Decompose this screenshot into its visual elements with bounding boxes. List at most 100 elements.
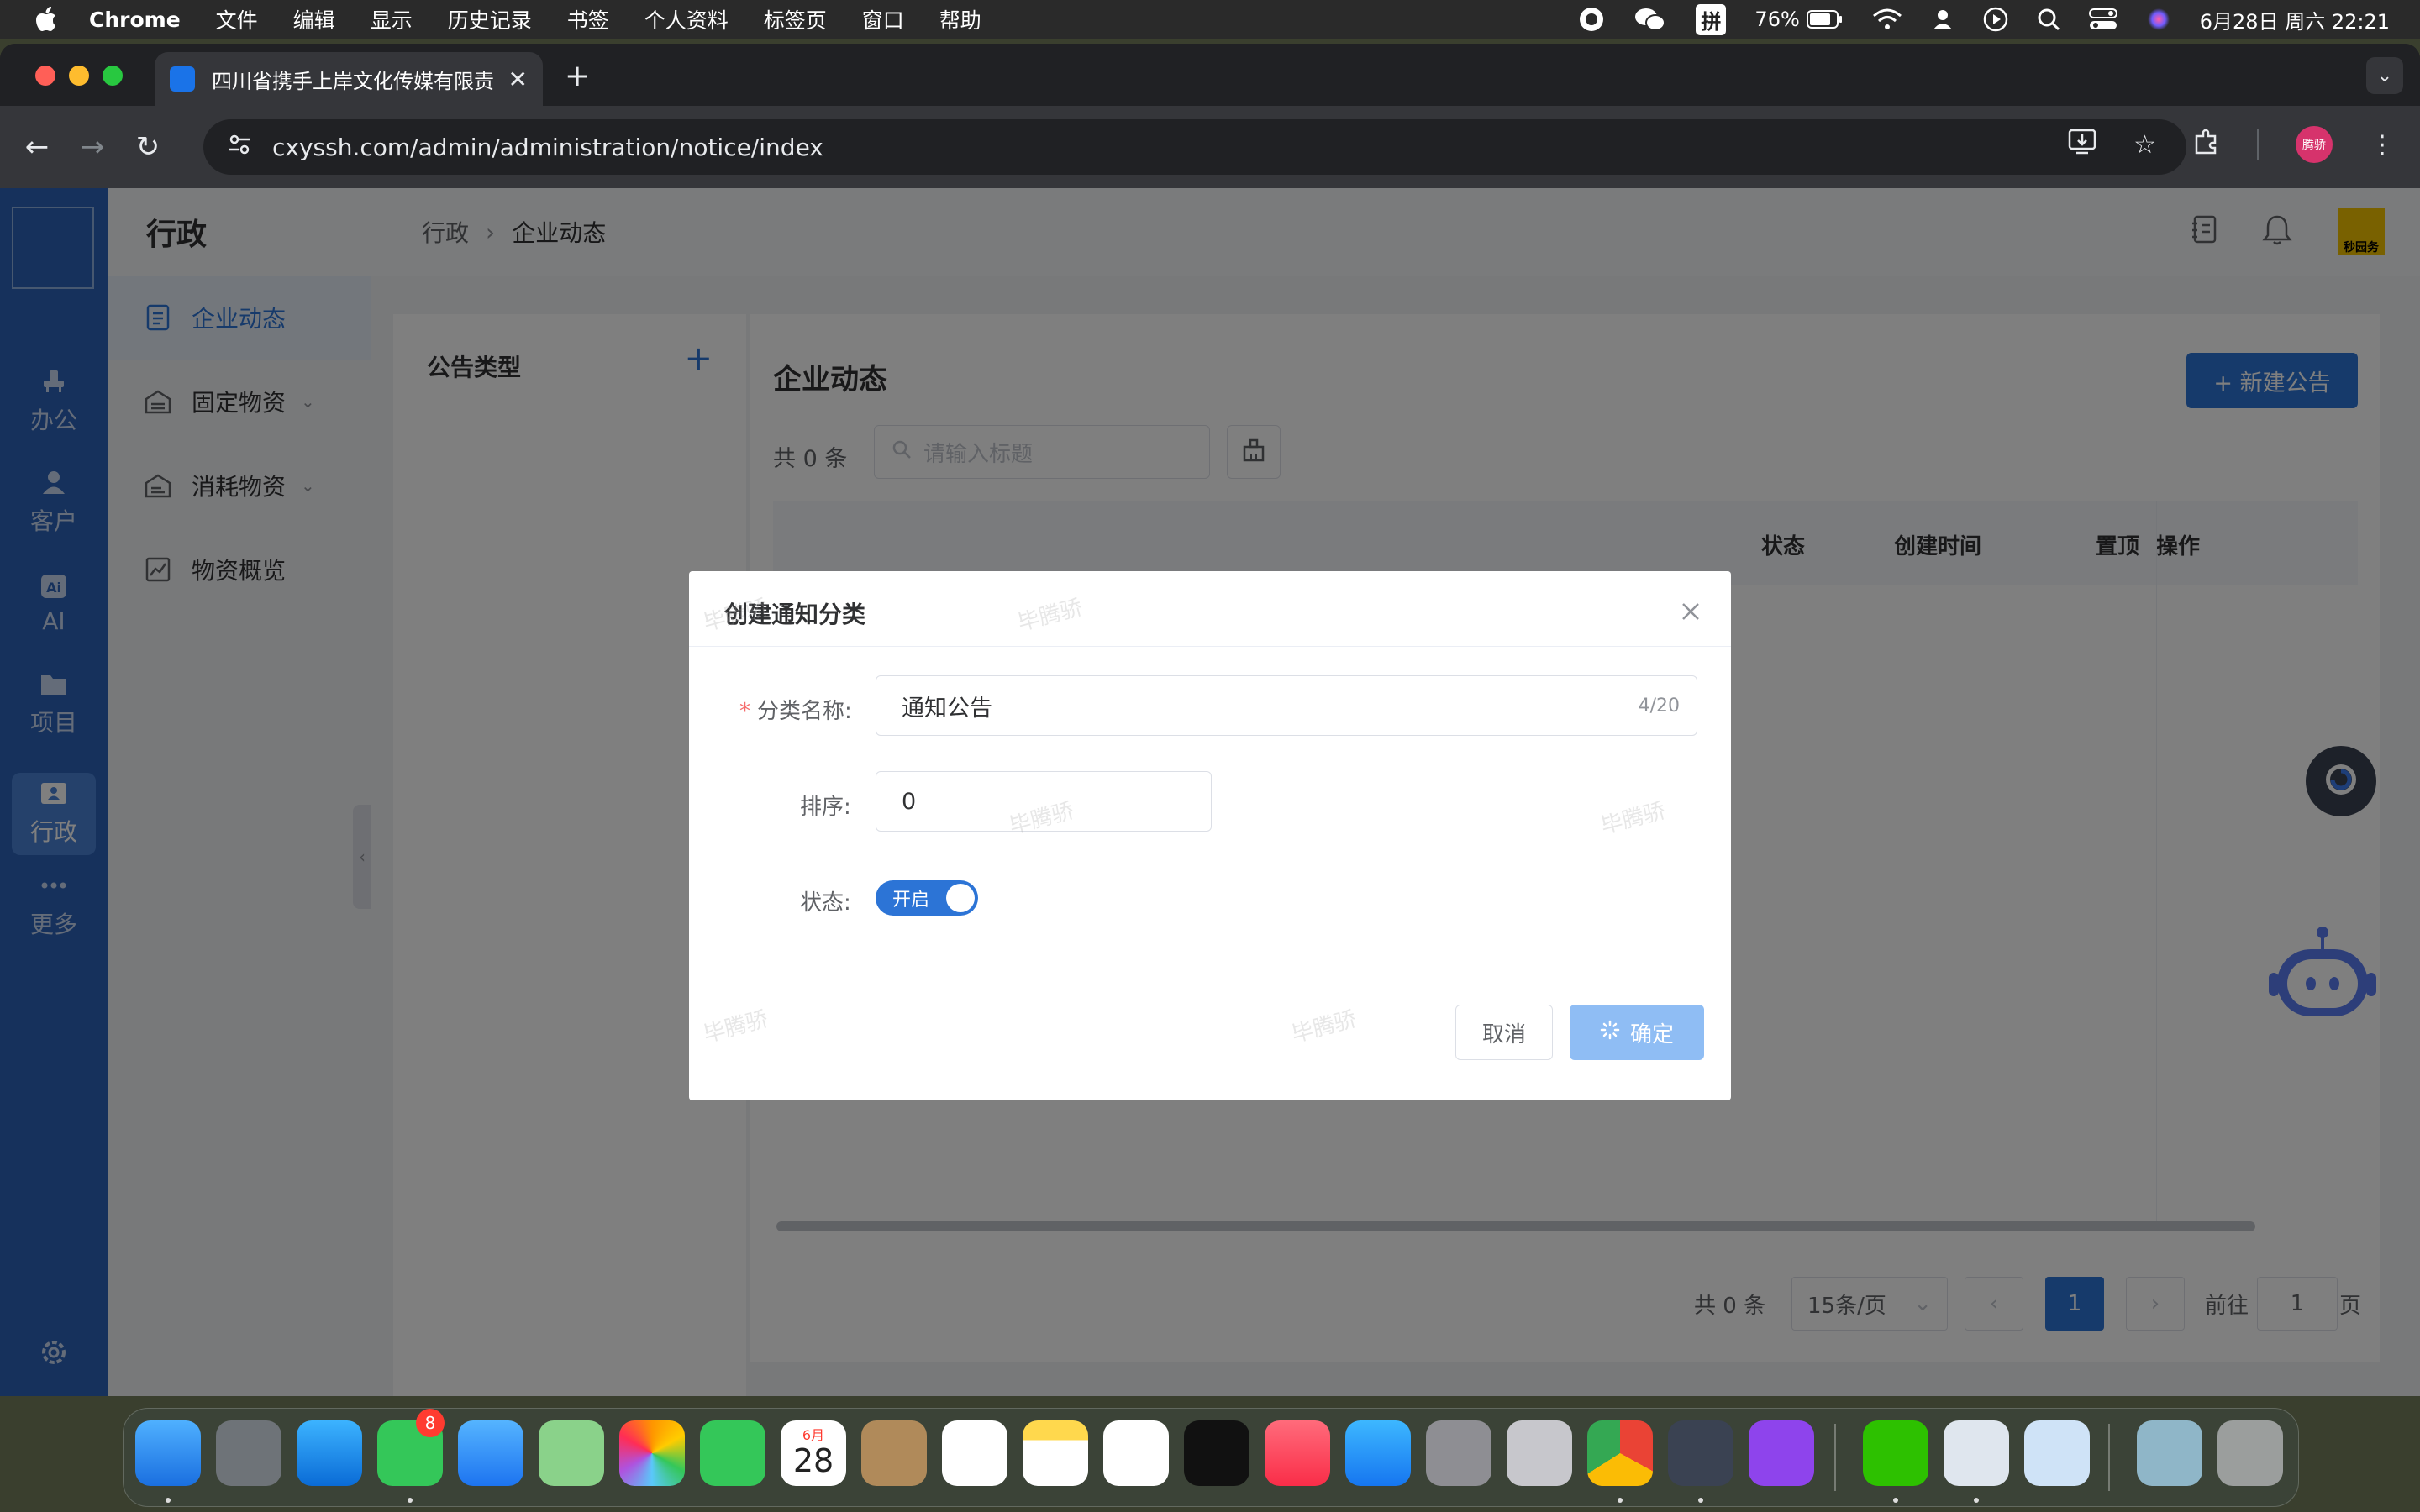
create-category-dialog: 创建通知分类 * 分类名称: 通知公告 4/20 排序: 0 状态: 开启 取消…	[689, 571, 1731, 1100]
user-icon[interactable]	[1931, 8, 1954, 31]
cancel-button[interactable]: 取消	[1455, 1005, 1553, 1060]
form-row-status: 状态: 开启	[689, 867, 1731, 927]
menu-window[interactable]: 窗口	[862, 4, 904, 34]
launchpad-icon[interactable]	[216, 1420, 281, 1486]
control-center-icon[interactable]	[2088, 8, 2118, 31]
url-text[interactable]: cxyssh.com/admin/administration/notice/i…	[272, 134, 823, 161]
dock-divider	[2108, 1424, 2110, 1491]
safari-icon[interactable]	[297, 1420, 362, 1486]
watermark: 毕腾骄	[701, 1006, 771, 1048]
avatar-app-icon[interactable]	[2024, 1420, 2090, 1486]
mail-icon[interactable]	[458, 1420, 523, 1486]
siri-icon[interactable]	[2146, 7, 2171, 32]
menu-file[interactable]: 文件	[216, 4, 258, 34]
category-name-value: 通知公告	[902, 695, 992, 722]
loading-spinner-icon	[1600, 1020, 1620, 1046]
tab-close-icon[interactable]: ✕	[508, 66, 528, 93]
music-icon[interactable]	[1265, 1420, 1330, 1486]
notes-app-icon[interactable]	[1023, 1420, 1088, 1486]
chrome-window: 四川省携手上岸文化传媒有限责 ✕ + ⌄ ← → ↻ cxyssh.com/ad…	[0, 44, 2420, 1396]
bookmark-star-icon[interactable]: ☆	[2133, 130, 2156, 160]
finder-icon[interactable]	[135, 1420, 201, 1486]
calendar-icon[interactable]: 6月 28	[781, 1420, 846, 1486]
menu-bookmarks[interactable]: 书签	[567, 4, 609, 34]
tab-title: 四川省携手上岸文化传媒有限责	[212, 69, 494, 93]
maps-icon[interactable]	[539, 1420, 604, 1486]
install-app-icon[interactable]	[2068, 128, 2096, 161]
running-indicator	[408, 1498, 413, 1503]
menubar-status: 拼 76% 6月28日 周六 22:21	[1578, 0, 2390, 39]
close-window-button[interactable]	[35, 66, 55, 86]
app-store-icon[interactable]	[1345, 1420, 1411, 1486]
zoom-window-button[interactable]	[103, 66, 123, 86]
reminders-icon[interactable]	[942, 1420, 1007, 1486]
play-icon[interactable]	[1983, 7, 2008, 32]
dialog-header: 创建通知分类	[689, 571, 1731, 647]
wifi-icon[interactable]	[1872, 8, 1902, 31]
calendar-month: 6月	[802, 1427, 825, 1443]
spotlight-search-icon[interactable]	[2037, 8, 2060, 31]
menu-history[interactable]: 历史记录	[448, 4, 532, 34]
toolbar-divider	[2257, 129, 2259, 160]
tab-search-chevron-icon[interactable]: ⌄	[2366, 57, 2403, 94]
apple-icon[interactable]	[34, 7, 59, 32]
category-name-input[interactable]: 通知公告 4/20	[876, 675, 1697, 736]
record-icon[interactable]	[1578, 6, 1605, 33]
new-tab-plus-icon[interactable]: +	[565, 59, 590, 93]
battery-indicator[interactable]: 76%	[1754, 8, 1843, 31]
back-arrow-icon[interactable]: ←	[18, 129, 55, 165]
wechat-status-icon[interactable]	[1634, 6, 1667, 33]
menu-view[interactable]: 显示	[371, 4, 413, 34]
preview-icon[interactable]	[1944, 1420, 2009, 1486]
contacts-icon[interactable]	[861, 1420, 927, 1486]
facetime-icon[interactable]	[700, 1420, 765, 1486]
photos-icon[interactable]	[619, 1420, 685, 1486]
browser-toolbar: ← → ↻ cxyssh.com/admin/administration/no…	[0, 106, 2420, 188]
feedback-app-icon[interactable]	[1749, 1420, 1814, 1486]
menu-tabs[interactable]: 标签页	[764, 4, 827, 34]
running-indicator	[1698, 1498, 1703, 1503]
site-info-tune-icon[interactable]	[227, 132, 252, 163]
category-name-label: * 分类名称:	[739, 694, 852, 725]
status-switch[interactable]: 开启	[876, 880, 978, 916]
assistant-app-icon[interactable]	[1668, 1420, 1733, 1486]
menu-edit[interactable]: 编辑	[293, 4, 335, 34]
sort-label: 排序:	[800, 795, 851, 820]
battery-icon	[1806, 10, 1842, 29]
dialog-close-icon[interactable]	[1681, 601, 1701, 622]
profile-avatar[interactable]: 腾骄	[2296, 126, 2333, 163]
confirm-button[interactable]: 确定	[1570, 1005, 1704, 1060]
input-method-indicator[interactable]: 拼	[1696, 3, 1727, 35]
running-indicator	[1618, 1498, 1623, 1503]
apple-tv-icon[interactable]	[1184, 1420, 1249, 1486]
status-label: 状态:	[800, 890, 851, 916]
dock-divider	[1834, 1424, 1836, 1491]
char-counter: 4/20	[1638, 695, 1680, 717]
wechat-icon[interactable]	[1863, 1420, 1928, 1486]
confirm-button-label: 确定	[1629, 1021, 1674, 1047]
browser-tab-active[interactable]: 四川省携手上岸文化传媒有限责 ✕	[155, 52, 543, 106]
menubar-app-name[interactable]: Chrome	[89, 8, 181, 32]
reload-icon[interactable]: ↻	[129, 129, 166, 165]
downloads-stack-icon[interactable]	[2137, 1420, 2202, 1486]
clock-datetime[interactable]: 6月28日 周六 22:21	[2200, 5, 2390, 34]
system-settings-icon[interactable]	[1426, 1420, 1491, 1486]
tab-strip: 四川省携手上岸文化传媒有限责 ✕ + ⌄	[0, 44, 2420, 106]
chrome-menu-kebab-icon[interactable]: ⋮	[2370, 130, 2395, 160]
extensions-puzzle-icon[interactable]	[2193, 128, 2220, 161]
running-indicator	[1893, 1498, 1898, 1503]
forward-arrow-icon[interactable]: →	[74, 129, 111, 165]
macos-menubar: Chrome 文件 编辑 显示 历史记录 书签 个人资料 标签页 窗口 帮助 拼…	[0, 0, 2420, 39]
menu-profiles[interactable]: 个人资料	[644, 4, 729, 34]
trash-icon[interactable]	[2217, 1420, 2283, 1486]
running-indicator	[1974, 1498, 1979, 1503]
menu-help[interactable]: 帮助	[939, 4, 981, 34]
minimize-window-button[interactable]	[69, 66, 89, 86]
iphone-mirroring-icon[interactable]	[1507, 1420, 1572, 1486]
macos-dock: 8 6月 28	[123, 1408, 2299, 1507]
address-bar[interactable]: cxyssh.com/admin/administration/notice/i…	[203, 119, 2186, 175]
chrome-icon[interactable]	[1587, 1420, 1653, 1486]
form-row-sort: 排序: 0	[689, 771, 1731, 832]
battery-percent: 76%	[1754, 8, 1800, 31]
freeform-icon[interactable]	[1103, 1420, 1169, 1486]
